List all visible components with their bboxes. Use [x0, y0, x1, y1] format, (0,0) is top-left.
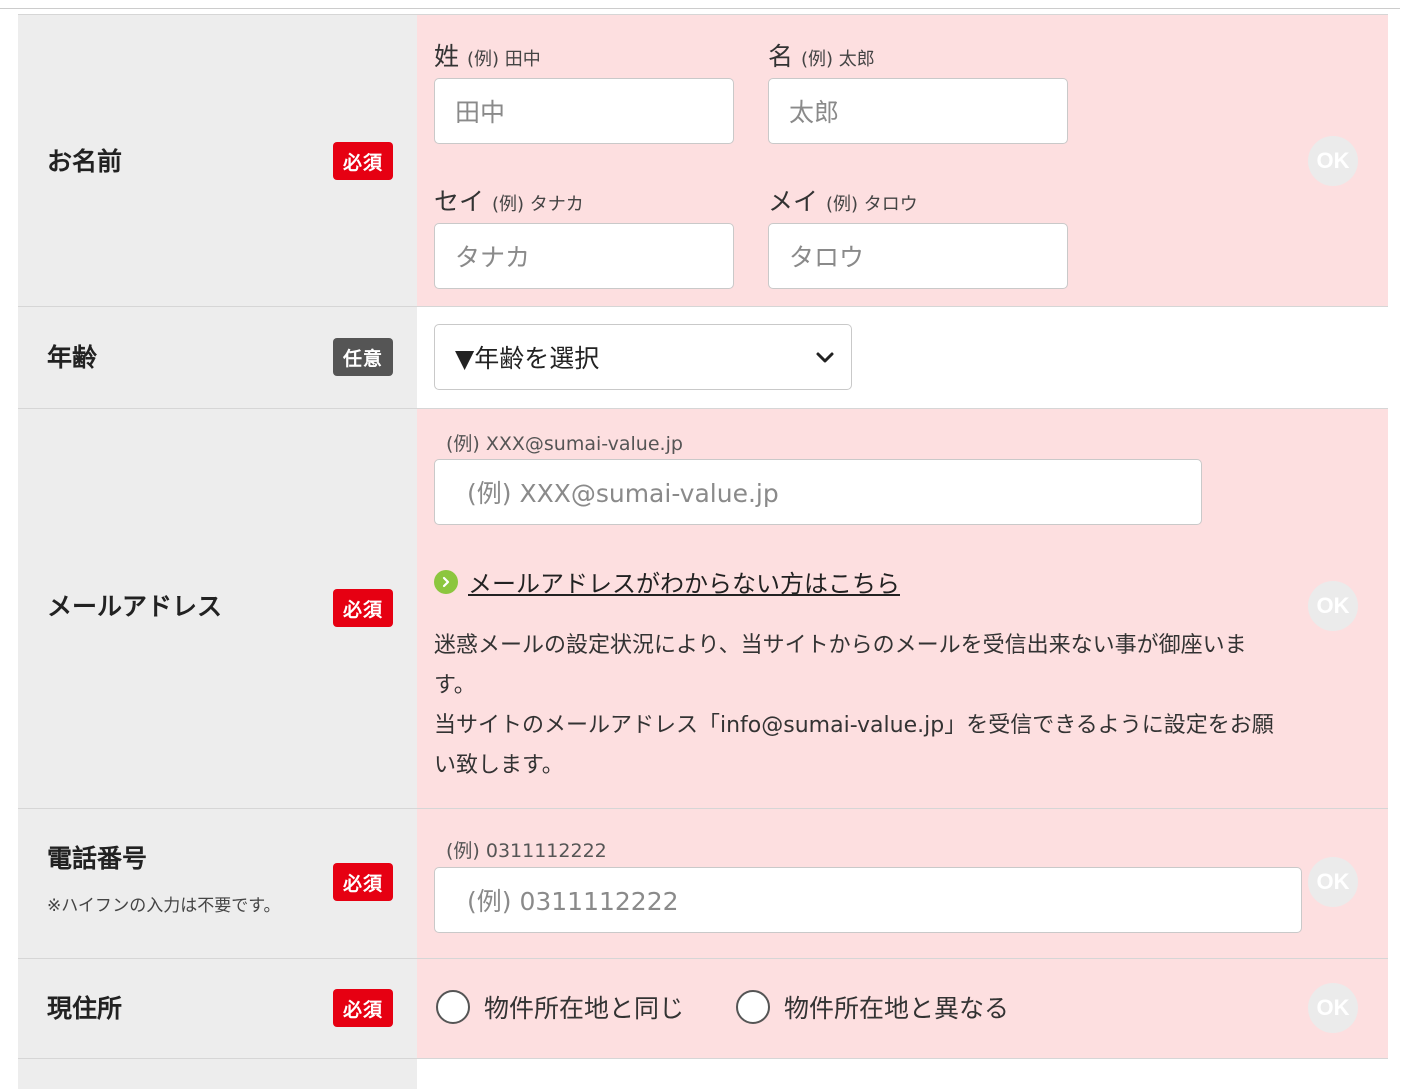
- chevron-right-icon: [434, 569, 458, 594]
- next-label-cell: [18, 1059, 417, 1089]
- age-label-cell: 年齢 任意: [18, 307, 417, 408]
- name-row: お名前 必須 姓 (例) 田中 名 (例) 太郎 田中 太郎 セイ (例) タナカ メ…: [18, 14, 1388, 307]
- age-label: 年齢: [47, 343, 98, 372]
- last-kana-example: (例) タナカ: [492, 194, 584, 215]
- phone-ok-status: OK: [1308, 857, 1358, 907]
- address-radio-same[interactable]: 物件所在地と同じ: [436, 989, 684, 1025]
- contact-form: お名前 必須 姓 (例) 田中 名 (例) 太郎 田中 太郎 セイ (例) タナカ メ…: [18, 14, 1388, 1089]
- address-radio-different-label: 物件所在地と異なる: [784, 994, 1010, 1023]
- required-badge: 必須: [333, 589, 393, 627]
- last-kana-sublabel: セイ (例) タナカ: [434, 182, 584, 218]
- age-row: 年齢 任意 ▼年齢を選択: [18, 307, 1388, 409]
- email-input[interactable]: (例) XXX@sumai-value.jp: [434, 459, 1202, 525]
- required-badge: 必須: [333, 989, 393, 1027]
- first-name-example: (例) 太郎: [801, 49, 875, 70]
- name-ok-status: OK: [1308, 136, 1358, 186]
- required-badge: 必須: [333, 142, 393, 180]
- first-kana-sublabel: メイ (例) タロウ: [768, 182, 918, 218]
- email-note: 迷惑メールの設定状況により、当サイトからのメールを受信出来ない事が御座いま す。…: [434, 626, 1314, 786]
- address-label-cell: 現住所 必須: [18, 959, 417, 1058]
- chevron-down-icon: [816, 352, 834, 363]
- address-row: 現住所 必須 物件所在地と同じ 物件所在地と異なる OK: [18, 959, 1388, 1059]
- phone-example: (例) 0311112222: [446, 840, 607, 862]
- next-field-cell: [417, 1059, 1388, 1089]
- last-kana-input[interactable]: タナカ: [434, 223, 734, 289]
- email-note-line: い致します。: [434, 753, 564, 778]
- address-radio-same-label: 物件所在地と同じ: [484, 994, 685, 1023]
- first-name-input[interactable]: 太郎: [768, 78, 1068, 144]
- age-field-cell: ▼年齢を選択: [417, 307, 1388, 408]
- address-label: 現住所: [47, 994, 123, 1023]
- next-row-partial: [18, 1059, 1388, 1089]
- first-name-sublabel: 名 (例) 太郎: [768, 37, 875, 73]
- phone-label-cell: 電話番号 ※ハイフンの入力は不要です。 必須: [18, 809, 417, 958]
- address-ok-status: OK: [1308, 983, 1358, 1033]
- last-kana-label: セイ: [434, 187, 485, 216]
- email-label-cell: メールアドレス 必須: [18, 409, 417, 808]
- first-kana-label: メイ: [768, 187, 819, 216]
- first-name-label: 名: [768, 42, 794, 71]
- address-field-cell: 物件所在地と同じ 物件所在地と異なる OK: [417, 959, 1388, 1058]
- top-divider: [0, 8, 1400, 9]
- age-select-value: ▼年齢を選択: [455, 344, 600, 373]
- radio-circle-icon[interactable]: [436, 990, 470, 1024]
- phone-label: 電話番号: [47, 844, 148, 873]
- phone-row: 電話番号 ※ハイフンの入力は不要です。 必須 (例) 0311112222 (例…: [18, 809, 1388, 959]
- email-note-line: す。: [434, 673, 476, 698]
- last-name-label: 姓: [434, 42, 460, 71]
- phone-input[interactable]: (例) 0311112222: [434, 867, 1302, 933]
- first-kana-input[interactable]: タロウ: [768, 223, 1068, 289]
- email-row: メールアドレス 必須 (例) XXX@sumai-value.jp (例) XX…: [18, 409, 1388, 809]
- last-name-input[interactable]: 田中: [434, 78, 734, 144]
- name-label-cell: お名前 必須: [18, 15, 417, 306]
- email-help-link-text[interactable]: メールアドレスがわからない方はこちら: [468, 564, 900, 599]
- address-radio-different[interactable]: 物件所在地と異なる: [736, 989, 1009, 1025]
- name-label: お名前: [47, 147, 123, 176]
- name-field-cell: 姓 (例) 田中 名 (例) 太郎 田中 太郎 セイ (例) タナカ メイ (例) タロ…: [417, 15, 1388, 306]
- optional-badge: 任意: [333, 338, 393, 376]
- last-name-example: (例) 田中: [467, 49, 541, 70]
- age-select[interactable]: ▼年齢を選択: [434, 324, 852, 390]
- email-label: メールアドレス: [47, 592, 223, 621]
- email-field-cell: (例) XXX@sumai-value.jp (例) XXX@sumai-val…: [417, 409, 1388, 808]
- radio-circle-icon[interactable]: [736, 990, 770, 1024]
- email-ok-status: OK: [1308, 581, 1358, 631]
- email-note-line: 当サイトのメールアドレス「info@sumai-value.jp」を受信できるよ…: [434, 713, 1274, 738]
- email-example: (例) XXX@sumai-value.jp: [446, 433, 683, 455]
- first-kana-example: (例) タロウ: [826, 194, 918, 215]
- email-help-link[interactable]: メールアドレスがわからない方はこちら: [434, 564, 900, 599]
- email-note-line: 迷惑メールの設定状況により、当サイトからのメールを受信出来ない事が御座いま: [434, 633, 1247, 658]
- phone-note: ※ハイフンの入力は不要です。: [47, 896, 281, 916]
- phone-field-cell: (例) 0311112222 (例) 0311112222 OK: [417, 809, 1388, 958]
- required-badge: 必須: [333, 863, 393, 901]
- last-name-sublabel: 姓 (例) 田中: [434, 37, 541, 73]
